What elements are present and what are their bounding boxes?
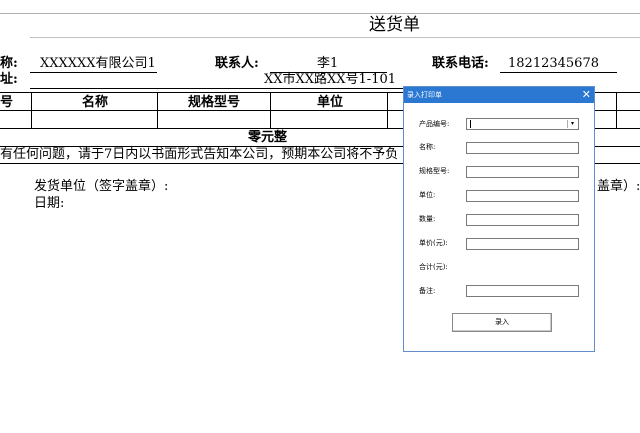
dialog-body: 产品编号: ▾ 名称: 规格型号: 单位: 数量: 单价(元): 合计(元): …	[404, 103, 594, 351]
table-border	[0, 163, 403, 164]
company-value[interactable]: XXXXXX有限公司1	[40, 56, 156, 72]
remark-label: 备注:	[419, 287, 436, 295]
product-code-label: 产品编号:	[419, 120, 450, 128]
underline	[30, 72, 157, 73]
column-header-spec: 规格型号	[188, 95, 241, 110]
total-amount-text: 零元整	[248, 130, 288, 145]
table-border	[157, 92, 158, 128]
underline	[500, 72, 617, 73]
sender-sign-label: 发货单位（签字盖章）:	[34, 179, 169, 194]
column-header-name: 名称	[82, 95, 109, 110]
quantity-label: 数量:	[419, 215, 436, 223]
unit-price-input[interactable]	[466, 238, 579, 250]
address-label: 址:	[0, 72, 18, 87]
unit-input[interactable]	[466, 190, 579, 202]
name-input[interactable]	[466, 142, 579, 154]
table-border	[0, 92, 403, 93]
submit-button[interactable]: 录入	[452, 313, 552, 332]
remark-input[interactable]	[466, 285, 579, 297]
table-border	[31, 92, 32, 128]
table-border	[270, 92, 271, 128]
chevron-down-icon[interactable]: ▾	[567, 120, 577, 128]
table-border	[595, 92, 640, 93]
table-border	[595, 110, 640, 111]
table-border	[0, 128, 403, 129]
sheet-title: 送货单	[369, 15, 420, 35]
column-header-unit: 单位	[317, 95, 344, 110]
grid-line	[30, 37, 640, 38]
quantity-input[interactable]	[466, 214, 579, 226]
date-label: 日期:	[34, 196, 65, 211]
table-border	[595, 146, 640, 147]
underline	[30, 88, 405, 89]
unit-price-label: 单价(元):	[419, 239, 448, 247]
table-border	[595, 128, 640, 129]
company-label: 称:	[0, 56, 18, 71]
phone-value[interactable]: 18212345678	[508, 56, 599, 72]
column-header-no: 号	[0, 95, 14, 110]
product-code-combo[interactable]: ▾	[466, 118, 579, 130]
table-border	[0, 110, 403, 111]
table-border	[616, 92, 617, 128]
contact-label: 联系人:	[215, 56, 259, 71]
phone-label: 联系电话:	[432, 56, 489, 71]
notice-text: 有任何问题，请于7日内以书面形式告知本公司，预期本公司将不予负	[0, 147, 399, 162]
total-label: 合计(元):	[419, 263, 448, 271]
name-label: 名称:	[419, 143, 436, 151]
grid-line	[0, 13, 640, 14]
table-border	[595, 163, 640, 164]
table-border	[387, 92, 388, 128]
contact-value[interactable]: 李1	[317, 56, 338, 72]
unit-label: 单位:	[419, 191, 436, 199]
close-icon[interactable]: ✕	[582, 87, 591, 103]
spec-label: 规格型号:	[419, 167, 450, 175]
receiver-sign-label: 盖章）:	[597, 179, 640, 194]
text-cursor	[470, 120, 471, 128]
spec-input[interactable]	[466, 166, 579, 178]
entry-dialog: 录入打印单 ✕ 产品编号: ▾ 名称: 规格型号: 单位: 数量: 单价(元):…	[403, 86, 595, 352]
dialog-title: 录入打印单	[407, 91, 442, 99]
address-value[interactable]: XX市XX路XX号1-101	[264, 72, 396, 88]
dialog-titlebar[interactable]: 录入打印单 ✕	[404, 87, 594, 103]
